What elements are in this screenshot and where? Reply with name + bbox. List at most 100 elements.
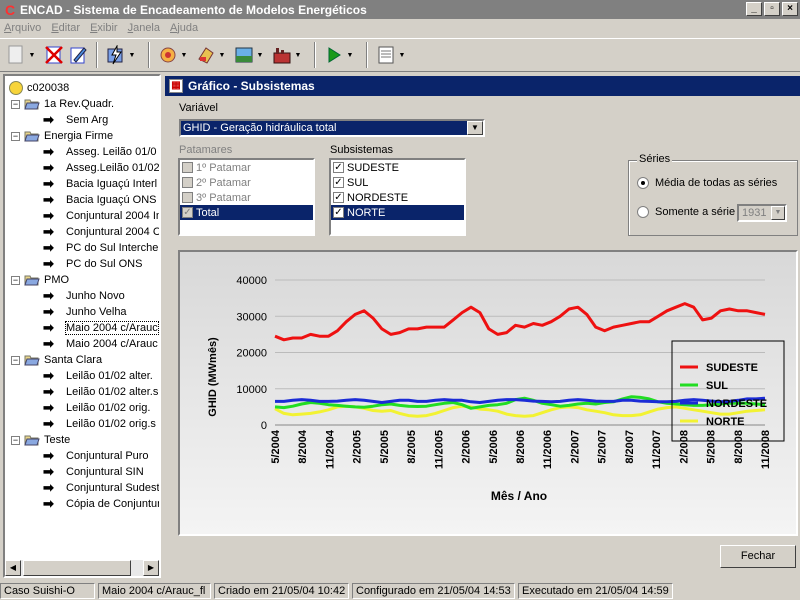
collapse-icon[interactable]: − <box>11 355 20 365</box>
chevron-down-icon[interactable]: ▼ <box>467 121 483 135</box>
x-tick-label: 11/2007 <box>651 430 663 469</box>
menu-janela[interactable]: Janela <box>128 22 160 34</box>
tree-item[interactable]: ➡ Junho Velha <box>43 304 127 320</box>
execute-button[interactable] <box>322 43 346 67</box>
paint-dropdown-icon[interactable]: ▼ <box>218 52 226 59</box>
x-tick-label: 11/2005 <box>433 430 445 469</box>
tree-root[interactable]: c020038 <box>9 80 69 96</box>
tree-item-label: Cópia de Conjuntur <box>66 498 161 510</box>
scroll-left-icon[interactable]: ◀ <box>5 560 21 576</box>
tree-group[interactable]: − 1a Rev.Quadr. <box>11 96 114 112</box>
paint-button[interactable] <box>194 43 218 67</box>
lightning-icon <box>107 45 123 65</box>
thermal-button[interactable] <box>270 43 294 67</box>
checkbox-checked-icon[interactable]: ✓ <box>333 162 344 173</box>
menu-ajuda[interactable]: Ajuda <box>170 22 198 34</box>
hydro-button[interactable] <box>232 43 256 67</box>
close-button[interactable]: × <box>782 2 798 16</box>
arrow-right-icon: ➡ <box>43 384 54 399</box>
checkbox-checked-icon[interactable]: ✓ <box>333 177 344 188</box>
radio-somente[interactable]: Somente a série <box>637 206 735 218</box>
checkbox-checked-icon[interactable]: ✓ <box>333 192 344 203</box>
tree-item[interactable]: ➡ Bacia Iguaçú ONS <box>43 192 157 208</box>
tree-item[interactable]: ➡ Conjuntural Puro <box>43 448 149 464</box>
tree-group[interactable]: − Energia Firme <box>11 128 113 144</box>
tree-item[interactable]: ➡ Bacia Iguaçú Interl <box>43 176 157 192</box>
y-tick-label: 10000 <box>236 384 267 396</box>
chevron-down-icon[interactable]: ▼ <box>771 206 785 220</box>
menu-editar[interactable]: Editar <box>51 22 80 34</box>
edit-icon <box>70 47 87 64</box>
run-model-dropdown-icon[interactable]: ▼ <box>128 52 136 59</box>
y-tick-label: 30000 <box>236 311 267 323</box>
radio-selected-icon[interactable] <box>637 177 649 189</box>
collapse-icon[interactable]: − <box>11 435 20 445</box>
thermal-dropdown-icon[interactable]: ▼ <box>294 52 302 59</box>
config-button[interactable] <box>156 43 180 67</box>
subsistema-item-norte[interactable]: ✓ NORTE <box>331 205 464 220</box>
config-dropdown-icon[interactable]: ▼ <box>180 52 188 59</box>
edit-case-button[interactable] <box>66 43 90 67</box>
fechar-button[interactable]: Fechar <box>720 545 796 568</box>
tree-item-label: Conjuntural SIN <box>66 466 144 478</box>
tree-item[interactable]: ➡ PC do Sul Intercheb <box>43 240 159 256</box>
variavel-select[interactable]: GHID - Geração hidráulica total ▼ <box>179 119 485 137</box>
radio-media[interactable]: Média de todas as séries <box>637 177 777 189</box>
tree-item[interactable]: ➡ PC do Sul ONS <box>43 256 142 272</box>
subsistema-item-nordeste[interactable]: ✓ NORDESTE <box>331 190 464 205</box>
report-dropdown-icon[interactable]: ▼ <box>398 52 406 59</box>
checkbox-checked-icon[interactable]: ✓ <box>333 207 344 218</box>
tree-item[interactable]: ➡ Conjuntural 2004 C <box>43 224 159 240</box>
tree-item[interactable]: ➡ Junho Novo <box>43 288 125 304</box>
case-icon <box>9 81 23 95</box>
tree-group[interactable]: − PMO <box>11 272 69 288</box>
tree-item[interactable]: ➡ Conjuntural 2004 In <box>43 208 159 224</box>
tree-item[interactable]: ➡ Asseg.Leilão 01/02 <box>43 160 159 176</box>
tree-item[interactable]: ➡ Maio 2004 c/Arauc <box>43 320 159 336</box>
hydro-dropdown-icon[interactable]: ▼ <box>256 52 264 59</box>
tree-item-label: Bacia Iguaçú Interl <box>66 178 158 190</box>
collapse-icon[interactable]: − <box>11 99 20 109</box>
arrow-right-icon: ➡ <box>43 496 54 511</box>
tree-item[interactable]: ➡ Leilão 01/02 alter. <box>43 368 153 384</box>
tree-group[interactable]: − Teste <box>11 432 70 448</box>
x-tick-label: 5/2004 <box>270 429 282 464</box>
tree-item[interactable]: ➡ Leilão 01/02 orig. <box>43 400 150 416</box>
arrow-right-icon: ➡ <box>43 256 54 271</box>
folder-open-icon <box>24 435 40 446</box>
tree-item[interactable]: ➡ Sem Arg <box>43 112 108 128</box>
subsistemas-list[interactable]: ✓ SUDESTE ✓ SUL ✓ NORDESTE ✓ NORTE <box>329 158 466 236</box>
tree-item[interactable]: ➡ Maio 2004 c/Arauc <box>43 336 158 352</box>
scroll-thumb[interactable] <box>23 560 131 576</box>
radio-unselected-icon[interactable] <box>637 206 649 218</box>
x-tick-label: 5/2008 <box>706 430 718 464</box>
subsistema-item-sul[interactable]: ✓ SUL <box>331 175 464 190</box>
tree-horizontal-scrollbar[interactable]: ◀ ▶ <box>5 560 159 576</box>
menu-arquivo[interactable]: Arquivo <box>4 22 41 34</box>
arrow-right-icon: ➡ <box>43 480 54 495</box>
execute-dropdown-icon[interactable]: ▼ <box>346 52 354 59</box>
case-tree[interactable]: c020038 − 1a Rev.Quadr. ➡ Sem Arg − Energia F… <box>3 74 161 578</box>
tree-item[interactable]: ➡ Leilão 01/02 orig.s <box>43 416 156 432</box>
legend-label: NORTE <box>706 416 745 428</box>
scroll-right-icon[interactable]: ▶ <box>143 560 159 576</box>
collapse-icon[interactable]: − <box>11 275 20 285</box>
tree-item[interactable]: ➡ Conjuntural SIN <box>43 464 144 480</box>
run-model-button[interactable] <box>104 43 128 67</box>
minimize-button[interactable]: _ <box>746 2 762 16</box>
delete-case-button[interactable] <box>42 43 66 67</box>
menu-exibir[interactable]: Exibir <box>90 22 118 34</box>
restore-button[interactable]: ▫ <box>764 2 780 16</box>
tree-item[interactable]: ➡ Conjuntural Sudest <box>43 480 159 496</box>
report-button[interactable] <box>374 43 398 67</box>
tree-item[interactable]: ➡ Cópia de Conjuntur <box>43 496 161 512</box>
tree-item[interactable]: ➡ Leilão 01/02 alter.s <box>43 384 158 400</box>
new-case-dropdown-icon[interactable]: ▼ <box>28 52 36 59</box>
tree-group[interactable]: − Santa Clara <box>11 352 102 368</box>
new-case-button[interactable] <box>4 43 28 67</box>
subsistema-item-sudeste[interactable]: ✓ SUDESTE <box>331 160 464 175</box>
tree-item[interactable]: ➡ Asseg. Leilão 01/0 <box>43 144 157 160</box>
collapse-icon[interactable]: − <box>11 131 20 141</box>
serie-select[interactable]: 1931 ▼ <box>737 204 787 222</box>
variavel-value: GHID - Geração hidráulica total <box>183 122 337 134</box>
